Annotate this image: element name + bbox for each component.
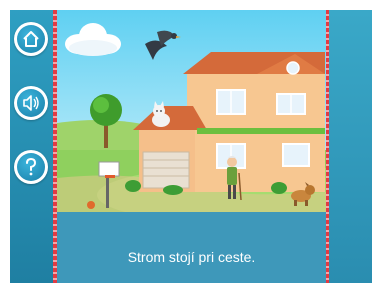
caption-text: Strom stojí pri ceste.	[127, 249, 256, 265]
ball[interactable]	[87, 201, 95, 209]
scene-illustration[interactable]	[57, 10, 326, 212]
question-mark-icon	[26, 157, 37, 176]
sound-button[interactable]	[14, 86, 48, 120]
crow[interactable]	[145, 30, 181, 60]
cloud	[65, 23, 121, 56]
help-button[interactable]	[14, 150, 48, 184]
home-icon	[23, 31, 39, 47]
home-button[interactable]	[14, 22, 48, 56]
speaker-icon	[23, 95, 39, 111]
left-sidebar	[10, 10, 53, 283]
caption-panel: Strom stojí pri ceste.	[57, 212, 326, 283]
game-frame: Strom stojí pri ceste.	[10, 10, 372, 283]
right-sidebar	[329, 10, 372, 283]
